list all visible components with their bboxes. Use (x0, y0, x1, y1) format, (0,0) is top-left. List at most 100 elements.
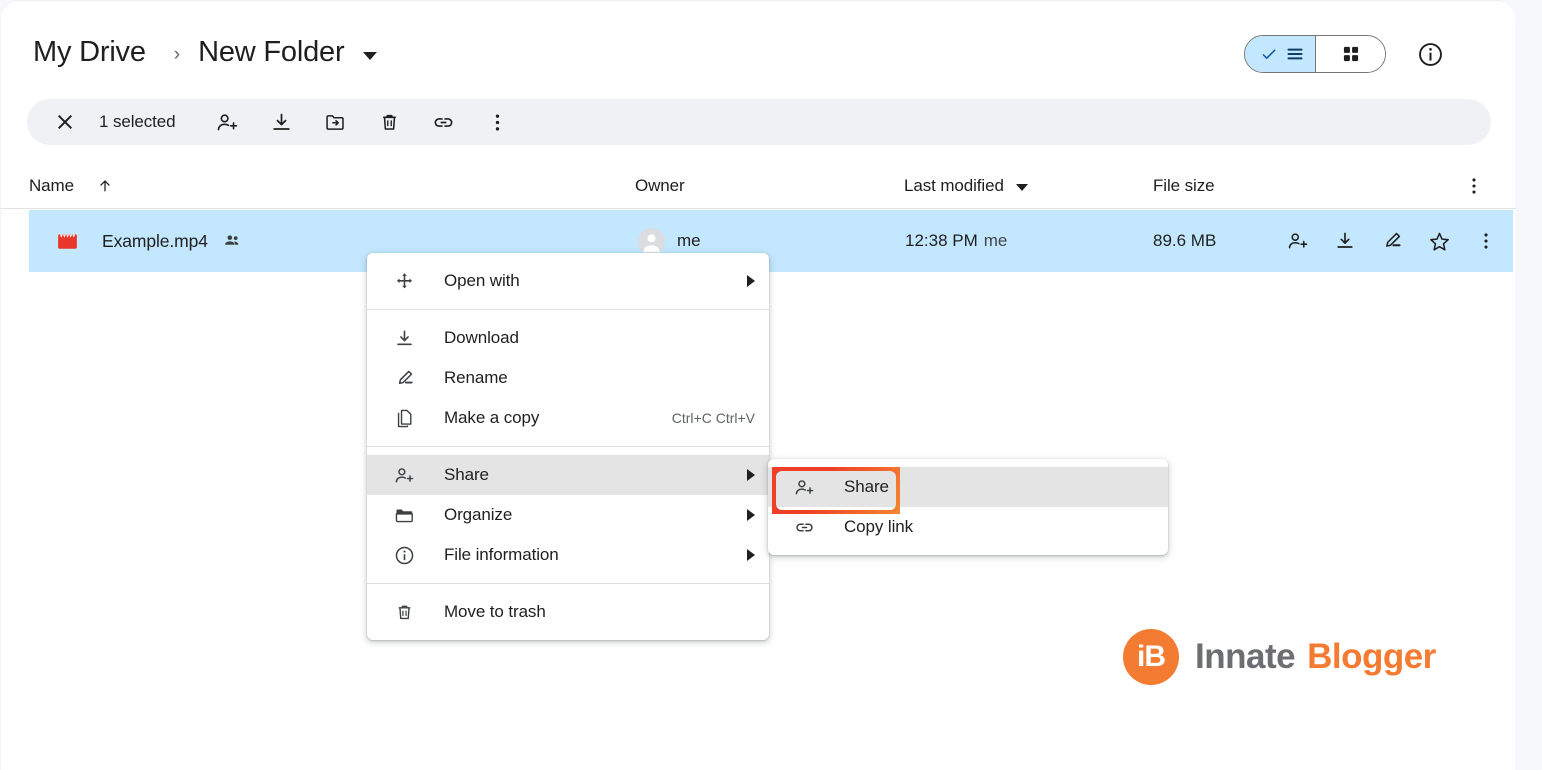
context-menu-item-move-to-trash[interactable]: Move to trash (367, 592, 769, 632)
move-to-folder-icon[interactable] (324, 110, 348, 134)
file-last-modified-by: me (983, 231, 1008, 250)
submenu-label: Copy link (844, 517, 914, 536)
column-header-last-modified[interactable]: Last modified (904, 163, 1028, 209)
trash-icon[interactable] (378, 110, 402, 134)
download-icon (392, 328, 416, 349)
more-vertical-icon[interactable] (1473, 228, 1499, 254)
menu-divider (367, 446, 769, 447)
column-header-last-modified-label: Last modified (904, 176, 1004, 195)
share-icon (392, 465, 416, 486)
context-menu-item-open-with[interactable]: Open with (367, 261, 769, 301)
page-header: My Drive › New Folder (1, 1, 1516, 94)
context-menu: Open with Download Rename Make a copy Ct… (367, 253, 769, 640)
info-icon (392, 545, 416, 566)
download-icon[interactable] (270, 110, 294, 134)
view-toggle-group (1244, 35, 1386, 73)
watermark-word-two: Blogger (1307, 637, 1436, 676)
grid-view-button[interactable] (1315, 36, 1385, 72)
folder-icon (392, 505, 416, 526)
submenu-item-copy-link[interactable]: Copy link (768, 507, 1168, 547)
menu-divider (367, 309, 769, 310)
context-menu-label: Organize (444, 505, 513, 524)
context-menu-item-make-a-copy[interactable]: Make a copy Ctrl+C Ctrl+V (367, 398, 769, 438)
info-icon (1418, 42, 1442, 66)
open-with-icon (392, 271, 416, 292)
breadcrumb-root[interactable]: My Drive (31, 36, 152, 71)
download-icon[interactable] (1332, 228, 1358, 254)
share-icon (792, 477, 816, 498)
more-vertical-icon[interactable] (486, 110, 510, 134)
context-menu-item-share[interactable]: Share (367, 455, 769, 495)
breadcrumb-current-folder[interactable]: New Folder (196, 36, 346, 71)
submenu-arrow-icon (747, 509, 755, 521)
rename-icon (392, 368, 416, 389)
file-last-modified-time: 12:38 PM (905, 231, 978, 250)
link-icon[interactable] (432, 110, 456, 134)
rename-icon[interactable] (1379, 228, 1405, 254)
breadcrumb: My Drive › New Folder (31, 31, 378, 75)
view-controls (1244, 35, 1444, 73)
column-header-name[interactable]: Name (29, 163, 114, 209)
column-header-owner[interactable]: Owner (635, 163, 685, 209)
chevron-down-icon[interactable] (1015, 184, 1028, 191)
submenu-label: Share (844, 477, 889, 496)
more-vertical-icon (1472, 178, 1476, 194)
submenu-arrow-icon (747, 275, 755, 287)
link-icon (792, 517, 816, 538)
menu-divider (367, 583, 769, 584)
people-shared-icon (223, 231, 242, 250)
watermark-mark-icon: iB (1123, 629, 1179, 685)
star-icon[interactable] (1426, 228, 1452, 254)
column-header-file-size-label: File size (1153, 176, 1215, 195)
breadcrumb-separator-icon: › (173, 43, 181, 65)
context-menu-item-rename[interactable]: Rename (367, 358, 769, 398)
context-menu-item-file-information[interactable]: File information (367, 535, 769, 575)
context-menu-item-organize[interactable]: Organize (367, 495, 769, 535)
info-button[interactable] (1416, 40, 1444, 68)
video-file-icon (55, 229, 80, 254)
file-last-modified: 12:38 PM me (905, 231, 1007, 251)
list-view-button[interactable] (1245, 36, 1315, 72)
share-icon[interactable] (216, 110, 240, 134)
table-header: Name Owner Last modified File size (1, 163, 1516, 209)
check-icon (1262, 49, 1276, 60)
row-actions (1285, 228, 1499, 254)
watermark-text: Innate Blogger (1195, 637, 1436, 677)
context-menu-label: File information (444, 545, 559, 564)
close-selection-button[interactable] (53, 110, 77, 134)
table-row[interactable]: Example.mp4 me 12:38 PM me 89.6 MB (29, 210, 1513, 272)
context-menu-label: Open with (444, 271, 520, 290)
context-menu-label: Rename (444, 368, 508, 387)
column-header-name-label: Name (29, 176, 74, 195)
submenu-arrow-icon (747, 549, 755, 561)
grid-icon (1343, 46, 1358, 62)
watermark-logo: iB Innate Blogger (1123, 629, 1436, 685)
share-icon[interactable] (1285, 228, 1311, 254)
context-menu-shortcut: Ctrl+C Ctrl+V (671, 410, 755, 426)
column-header-file-size[interactable]: File size (1153, 163, 1215, 209)
file-name: Example.mp4 (102, 230, 208, 251)
drive-file-list-page: My Drive › New Folder 1 selected Name Ow… (0, 0, 1516, 770)
context-menu-label: Download (444, 328, 519, 347)
selection-toolbar: 1 selected (27, 99, 1491, 145)
selection-count-label: 1 selected (99, 112, 176, 131)
copy-icon (392, 408, 416, 429)
chevron-down-icon[interactable] (363, 51, 378, 60)
file-owner: me (677, 231, 701, 250)
submenu-item-share[interactable]: Share (768, 467, 1168, 507)
list-icon (1287, 48, 1302, 60)
context-menu-label: Share (444, 465, 489, 484)
file-size: 89.6 MB (1153, 231, 1217, 250)
avatar (638, 227, 665, 255)
close-icon (58, 115, 72, 129)
table-header-menu-button[interactable] (1463, 163, 1485, 209)
watermark-word-one: Innate (1195, 637, 1296, 676)
selection-actions (216, 110, 510, 134)
share-submenu: Share Copy link (768, 459, 1168, 555)
column-header-owner-label: Owner (635, 176, 685, 195)
arrow-up-icon[interactable] (96, 177, 114, 195)
trash-icon (392, 602, 416, 623)
context-menu-label: Move to trash (444, 602, 546, 621)
context-menu-item-download[interactable]: Download (367, 318, 769, 358)
submenu-arrow-icon (747, 469, 755, 481)
